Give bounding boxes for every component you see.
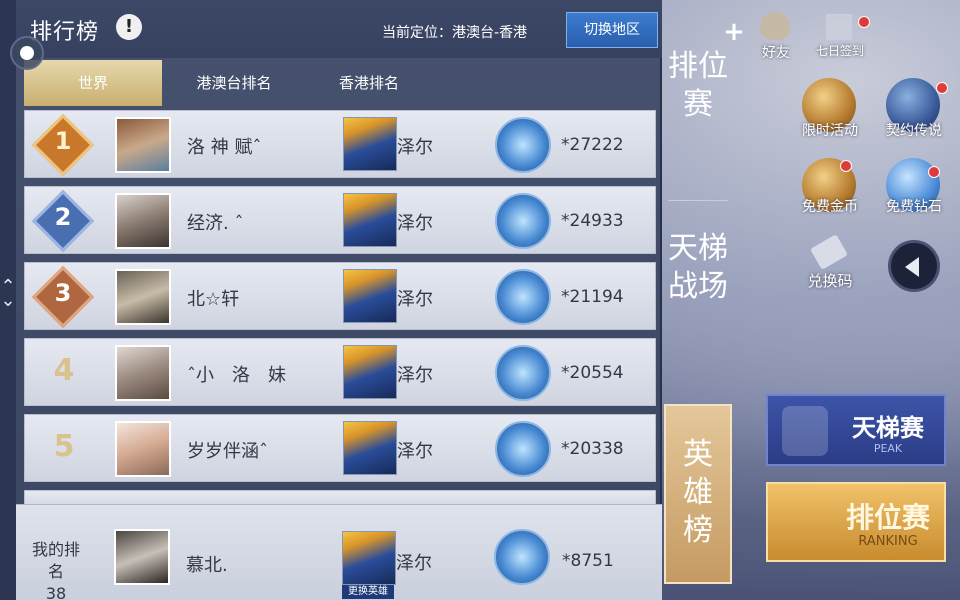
medal-icon bbox=[495, 345, 551, 401]
tab-hk-rank[interactable]: 香港排名 bbox=[314, 60, 424, 106]
my-rank-number: 38 bbox=[45, 584, 67, 600]
avatar[interactable] bbox=[115, 421, 171, 477]
hero-name: 泽尔 bbox=[397, 137, 433, 158]
rank-number: 3 bbox=[54, 279, 72, 307]
avatar[interactable] bbox=[115, 269, 171, 325]
table-row[interactable]: 3 北☆轩 泽尔 *21194 bbox=[24, 262, 656, 330]
hero-name: 泽尔 bbox=[397, 441, 433, 462]
change-hero-button[interactable]: 更换英雄 bbox=[342, 585, 394, 599]
free-gold-label: 免费金币 bbox=[802, 199, 858, 215]
medal-icon bbox=[495, 269, 551, 325]
tab-world[interactable]: 世界 bbox=[24, 60, 162, 106]
score-value: *8751 bbox=[562, 551, 614, 571]
hero-portrait-icon bbox=[343, 421, 397, 475]
table-row[interactable]: 5 岁岁伴涵ˆ 泽尔 *20338 bbox=[24, 414, 656, 482]
player-name: 洛 神 赋ˆ bbox=[187, 137, 262, 158]
hero-portrait-icon bbox=[343, 269, 397, 323]
ranked-mode-title: 排位赛 bbox=[845, 501, 930, 534]
avatar[interactable] bbox=[115, 345, 171, 401]
table-row[interactable]: 4 ˆ小 洛 妹 泽尔 *20554 bbox=[24, 338, 656, 406]
tab-ranked[interactable]: 排位赛 bbox=[668, 48, 728, 124]
score-value: *20554 bbox=[561, 363, 624, 383]
redeem-code-button[interactable]: 兑换码 bbox=[790, 234, 870, 296]
notification-dot bbox=[858, 16, 870, 28]
ladder-mode-title: 天梯赛 bbox=[852, 414, 924, 442]
table-row[interactable]: 2 经济. ˆ 泽尔 *24933 bbox=[24, 186, 656, 254]
switch-region-button[interactable]: 切换地区 bbox=[566, 12, 658, 48]
left-edge-strip: ⌃ ⌄ bbox=[0, 0, 16, 600]
score-value: *21194 bbox=[561, 287, 624, 307]
my-rank-row[interactable]: 我的排名 38 慕北. 更换英雄 泽尔 *8751 bbox=[16, 504, 662, 600]
medal-icon bbox=[495, 193, 551, 249]
score-value: *27222 bbox=[561, 135, 624, 155]
tab-ladder[interactable]: 天梯战场 bbox=[668, 230, 728, 306]
calendar-icon bbox=[826, 14, 852, 40]
friends-button[interactable]: 好友 bbox=[746, 8, 806, 64]
hero-portrait-icon[interactable] bbox=[342, 531, 396, 585]
rank-number: 2 bbox=[54, 203, 72, 231]
medal-icon bbox=[494, 529, 550, 585]
panel-header: 排行榜 ! 当前定位：港澳台-香港 切换地区 bbox=[16, 0, 662, 58]
ladder-mode-button[interactable]: 天梯赛 PEAK bbox=[766, 394, 946, 466]
hero-portrait-icon bbox=[343, 345, 397, 399]
rank-number: 4 bbox=[53, 353, 75, 388]
sound-toggle-button[interactable] bbox=[888, 240, 940, 292]
avatar[interactable] bbox=[114, 529, 170, 585]
top-event-label: 限时活动 bbox=[802, 123, 858, 139]
ranked-mode-subtitle: RANKING bbox=[858, 534, 918, 549]
current-location-text: 当前定位：港澳台-香港 bbox=[382, 25, 528, 41]
hero-portrait-icon bbox=[343, 193, 397, 247]
my-rank-label: 我的排名 38 bbox=[26, 539, 86, 600]
exclamation-icon[interactable]: ! bbox=[116, 14, 142, 40]
player-name: ˆ小 洛 妹 bbox=[187, 365, 286, 386]
score-value: *20338 bbox=[561, 439, 624, 459]
legend-label: 契约传说 bbox=[886, 123, 942, 139]
ranked-mode-button[interactable]: 排位赛 RANKING bbox=[766, 482, 946, 562]
legend-button[interactable]: 契约传说 bbox=[874, 78, 954, 144]
table-row[interactable]: 1 洛 神 赋ˆ 泽尔 *27222 bbox=[24, 110, 656, 178]
leaderboard-panel: 排行榜 ! 当前定位：港澳台-香港 切换地区 世界 港澳台排名 香港排名 1 洛… bbox=[16, 0, 662, 600]
page-title: 排行榜 bbox=[30, 20, 100, 45]
tab-hmt-rank[interactable]: 港澳台排名 bbox=[172, 60, 296, 106]
medal-icon bbox=[495, 421, 551, 477]
hero-name: 泽尔 bbox=[397, 289, 433, 310]
top-event-button[interactable]: 限时活动 bbox=[790, 78, 870, 144]
checkin-label: 七日签到 bbox=[815, 44, 864, 58]
free-gold-button[interactable]: 免费金币 bbox=[790, 158, 870, 224]
tab-hero-board[interactable]: 英雄榜 bbox=[664, 404, 732, 584]
ladder-emblem-icon bbox=[782, 406, 828, 456]
redeem-code-label: 兑换码 bbox=[807, 272, 853, 290]
speaker-icon bbox=[905, 257, 919, 277]
notification-dot bbox=[928, 166, 940, 178]
free-diamond-label: 免费钻石 bbox=[886, 199, 942, 215]
tab-divider bbox=[668, 200, 728, 201]
category-vertical-tabs: 排位赛 天梯战场 英雄榜 bbox=[664, 20, 732, 600]
hero-name: 泽尔 bbox=[397, 213, 433, 234]
hero-name: 泽尔 bbox=[396, 553, 432, 574]
score-value: *24933 bbox=[561, 211, 624, 231]
player-name: 慕北. bbox=[186, 555, 228, 576]
region-tabs: 世界 港澳台排名 香港排名 bbox=[24, 60, 662, 106]
collapse-arrows-icon[interactable]: ⌃ ⌄ bbox=[0, 278, 16, 310]
friends-icon bbox=[760, 12, 790, 40]
hero-portrait-icon bbox=[343, 117, 397, 171]
notification-dot bbox=[936, 82, 948, 94]
ladder-mode-subtitle: PEAK bbox=[873, 442, 903, 455]
free-diamond-button[interactable]: 免费钻石 bbox=[874, 158, 954, 224]
player-name: 经济. ˆ bbox=[187, 213, 244, 234]
my-rank-title: 我的排名 bbox=[31, 540, 80, 581]
medal-icon bbox=[495, 117, 551, 173]
checkin-button[interactable]: 七日签到 bbox=[806, 8, 876, 64]
avatar[interactable] bbox=[115, 193, 171, 249]
avatar[interactable] bbox=[115, 117, 171, 173]
notification-dot bbox=[840, 160, 852, 172]
rank-number: 1 bbox=[54, 127, 72, 155]
floating-assistive-button[interactable] bbox=[10, 36, 44, 70]
tag-icon bbox=[810, 234, 848, 270]
rank-number: 5 bbox=[53, 429, 75, 464]
player-name: 岁岁伴涵ˆ bbox=[187, 441, 268, 462]
player-name: 北☆轩 bbox=[187, 289, 240, 310]
hero-name: 泽尔 bbox=[397, 365, 433, 386]
